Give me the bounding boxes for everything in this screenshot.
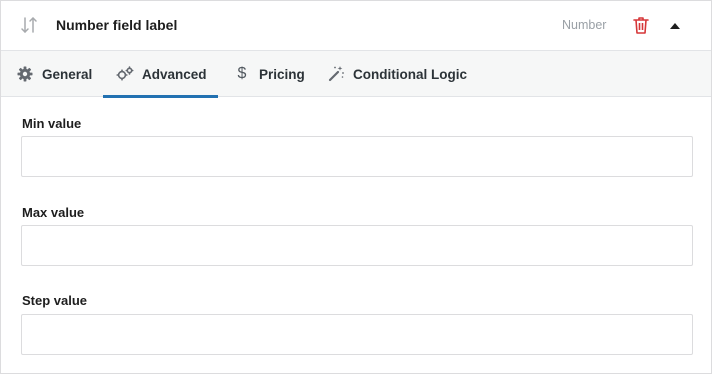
gears-icon xyxy=(116,65,134,83)
tab-conditional-logic-label: Conditional Logic xyxy=(353,66,467,82)
caret-up-icon[interactable] xyxy=(664,15,686,37)
tab-conditional-logic[interactable]: Conditional Logic xyxy=(327,51,467,97)
trash-icon[interactable] xyxy=(631,15,651,35)
tab-advanced[interactable]: Advanced xyxy=(103,51,218,98)
sort-arrows-icon[interactable] xyxy=(20,15,38,35)
max-value-input[interactable] xyxy=(21,225,693,266)
field-title: Number field label xyxy=(56,17,178,33)
field-type-label: Number xyxy=(562,18,607,32)
field-header[interactable]: Number field label Number xyxy=(1,1,711,51)
dollar-icon: $ xyxy=(237,65,247,82)
magic-wand-icon xyxy=(327,65,345,83)
min-value-input[interactable] xyxy=(21,136,693,177)
step-value-label: Step value xyxy=(22,293,88,308)
step-value-input[interactable] xyxy=(21,314,693,355)
max-value-label: Max value xyxy=(22,205,85,220)
gear-icon xyxy=(16,65,34,83)
min-value-label: Min value xyxy=(22,116,82,131)
tab-bar: General Advanced $ Pricing Conditional L… xyxy=(1,51,711,98)
tab-general[interactable]: General xyxy=(16,51,92,97)
tab-pricing-label: Pricing xyxy=(259,66,305,82)
field-settings-panel: Number field label Number General Advanc… xyxy=(0,0,712,374)
tab-general-label: General xyxy=(42,66,93,82)
tab-pricing[interactable]: $ Pricing xyxy=(233,51,305,97)
tab-advanced-label: Advanced xyxy=(142,66,207,82)
